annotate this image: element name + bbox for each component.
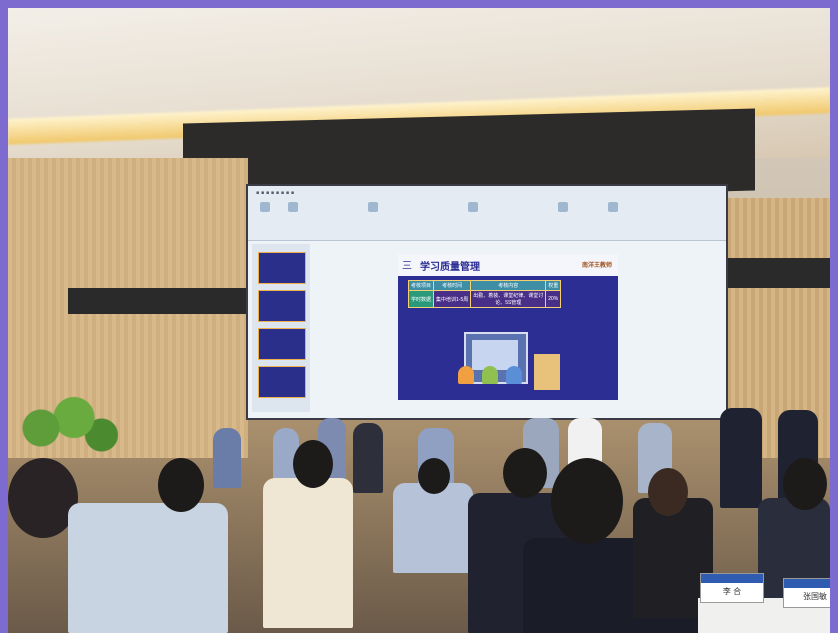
- photo: ▪ ▪ ▪ ▪ ▪ ▪ ▪ ▪ 三 学习质量管理 南洋王教师 考核项目 考核时间…: [8, 8, 830, 633]
- nameplate: 李 合: [700, 573, 764, 603]
- slide-number: 三: [402, 261, 412, 272]
- table-header: 考核项目: [407, 280, 435, 291]
- powerpoint-ribbon: ▪ ▪ ▪ ▪ ▪ ▪ ▪ ▪: [248, 186, 726, 241]
- nameplate-logo-bar: [701, 574, 763, 583]
- table-cell: 20%: [545, 290, 562, 308]
- audience: 李 合 张国敏: [8, 388, 830, 633]
- wall-band-left: [68, 288, 248, 314]
- paste-icon: [260, 202, 270, 212]
- projection-screen: ▪ ▪ ▪ ▪ ▪ ▪ ▪ ▪ 三 学习质量管理 南洋王教师 考核项目 考核时间…: [246, 184, 728, 420]
- person-head: [551, 458, 623, 544]
- person-head: [648, 468, 688, 516]
- shape-icon: [558, 202, 568, 212]
- wall-band-right: [723, 258, 830, 288]
- arrange-icon: [608, 202, 618, 212]
- table-cell: 学时数据: [407, 290, 435, 308]
- slide-thumbnail: [258, 252, 306, 284]
- ribbon-tabs: ▪ ▪ ▪ ▪ ▪ ▪ ▪ ▪: [256, 190, 295, 196]
- student-illustration: [482, 366, 498, 384]
- person-head: [503, 448, 547, 498]
- table-cell: 出勤、着装、课堂纪律、课堂讨论、5S管理: [470, 290, 547, 308]
- student-illustration: [458, 366, 474, 384]
- seated-person: [263, 478, 353, 628]
- teacher-podium-illustration: [534, 354, 560, 390]
- person-head: [783, 458, 827, 510]
- nameplate-name: 张国敏: [803, 592, 827, 601]
- standing-person: [353, 423, 383, 493]
- table-header: 权重: [545, 280, 562, 291]
- slide-thumbnail: [258, 290, 306, 322]
- table-header: 考核内容: [470, 280, 547, 291]
- slide-thumbnails: [252, 244, 310, 412]
- slide-title: 学习质量管理: [420, 262, 480, 273]
- standing-person: [720, 408, 762, 508]
- standing-person: [213, 428, 241, 488]
- nameplate-logo-bar: [784, 579, 830, 588]
- table-header: 考核时间: [433, 280, 472, 291]
- person-head: [293, 440, 333, 488]
- person-head: [418, 458, 450, 494]
- slide-logo: 南洋王教师: [581, 262, 612, 269]
- slide-thumbnail: [258, 328, 306, 360]
- slide-header: 三 学习质量管理 南洋王教师: [398, 254, 618, 276]
- current-slide: 三 学习质量管理 南洋王教师 考核项目 考核时间 考核内容 权重 学时数据 集中…: [398, 254, 618, 400]
- person-head: [158, 458, 204, 512]
- nameplate-name: 李 合: [722, 587, 742, 596]
- slide-icon: [288, 202, 298, 212]
- seated-person: [68, 503, 228, 633]
- font-icon: [368, 202, 378, 212]
- table-cell: 集中培训1-5周: [433, 290, 472, 308]
- nameplate: 张国敏: [783, 578, 830, 608]
- student-illustration: [506, 366, 522, 384]
- paragraph-icon: [468, 202, 478, 212]
- assessment-table: 考核项目 考核时间 考核内容 权重 学时数据 集中培训1-5周 出勤、着装、课堂…: [407, 280, 562, 308]
- seated-person: [393, 483, 473, 573]
